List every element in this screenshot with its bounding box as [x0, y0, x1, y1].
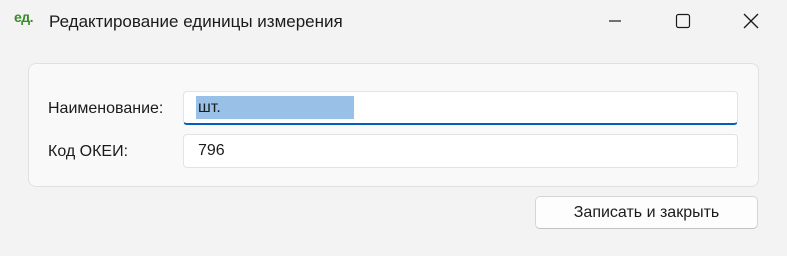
- app-icon: ед.: [14, 9, 34, 25]
- close-icon: [743, 13, 759, 29]
- okei-code-input[interactable]: 796: [183, 134, 738, 168]
- save-and-close-button[interactable]: Записать и закрыть: [535, 196, 758, 229]
- minimize-button[interactable]: [592, 0, 638, 42]
- minimize-icon: [609, 20, 621, 22]
- okei-code-input-value: 796: [198, 142, 225, 159]
- form-group: [28, 63, 759, 187]
- maximize-button[interactable]: [660, 0, 706, 42]
- name-label: Наименование:: [48, 100, 164, 117]
- okei-code-label: Код ОКЕИ:: [48, 143, 129, 160]
- close-button[interactable]: [728, 0, 774, 42]
- name-input[interactable]: шт.: [183, 91, 738, 125]
- edit-unit-dialog: ед. Редактирование единицы измерения Наи…: [0, 0, 787, 256]
- maximize-icon: [675, 13, 691, 29]
- title-bar[interactable]: ед. Редактирование единицы измерения: [0, 0, 787, 42]
- window-title: Редактирование единицы измерения: [49, 12, 343, 31]
- name-input-value: шт.: [198, 99, 221, 116]
